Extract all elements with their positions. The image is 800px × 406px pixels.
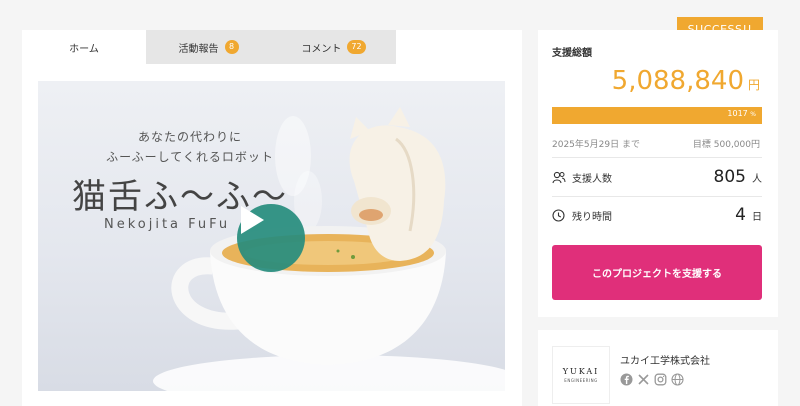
remaining-time-value: 4	[735, 205, 746, 225]
remaining-time-unit: 日	[752, 211, 762, 223]
hero-product-roman: Nekojita FuFu	[104, 217, 231, 232]
instagram-icon[interactable]	[654, 373, 667, 386]
funding-amount: 5,088,840 円	[612, 66, 760, 96]
project-tabs: ホーム 活動報告 8 コメント 72	[22, 30, 396, 64]
remaining-time-row: 残り時間 4 日	[552, 200, 762, 230]
funding-total-label: 支援総額	[552, 48, 592, 59]
tab-activity-report-label: 活動報告	[178, 43, 219, 55]
company-panel: YUKAI ENGINEERING ユカイ工学株式会社	[538, 330, 778, 406]
funding-percent-unit: %	[750, 111, 756, 118]
clock-icon	[552, 208, 566, 222]
x-icon[interactable]	[637, 373, 650, 386]
tab-comments[interactable]: コメント 72	[271, 30, 396, 64]
project-main-panel: ホーム 活動報告 8 コメント 72 あなたの代わりに ふーふーしてくれるロボッ…	[22, 30, 522, 406]
company-logo-subtext: ENGINEERING	[564, 378, 598, 383]
web-icon[interactable]	[671, 373, 684, 386]
divider	[552, 157, 762, 158]
play-video-button[interactable]	[237, 204, 305, 272]
remaining-time-label: 残り時間	[572, 211, 612, 223]
funding-target: 目標 500,000円	[692, 140, 760, 150]
project-hero-video[interactable]: あなたの代わりに ふーふーしてくれるロボット 猫舌ふ〜ふ〜 Nekojita F…	[38, 81, 505, 391]
company-logo[interactable]: YUKAI ENGINEERING	[552, 346, 610, 404]
funding-percent-value: 1017	[727, 109, 748, 118]
funding-progress-bar: 1017 %	[552, 107, 762, 124]
funding-progress-text: 1017 %	[727, 109, 756, 118]
tab-comments-label: コメント	[301, 43, 342, 55]
play-icon	[241, 206, 264, 234]
hero-subtitle: あなたの代わりに ふーふーしてくれるロボット	[90, 127, 290, 167]
social-links	[620, 373, 684, 386]
supporters-count: 805	[713, 167, 746, 187]
supporters-row: 支援人数 805 人	[552, 162, 762, 192]
support-project-button[interactable]: このプロジェクトを支援する	[552, 245, 762, 300]
hero-subtitle-line1: あなたの代わりに	[137, 130, 242, 144]
company-name[interactable]: ユカイ工学株式会社	[620, 352, 710, 367]
supporters-unit: 人	[752, 173, 762, 185]
tab-home-label: ホーム	[69, 43, 99, 55]
divider	[552, 196, 762, 197]
facebook-icon[interactable]	[620, 373, 633, 386]
company-logo-text: YUKAI	[562, 367, 600, 376]
funding-amount-value: 5,088,840	[611, 66, 744, 96]
funding-end-date: 2025年5月29日 まで	[552, 140, 640, 150]
tab-activity-report[interactable]: 活動報告 8	[146, 30, 271, 64]
funding-panel: 支援総額 5,088,840 円 1017 % 2025年5月29日 まで 目標 …	[538, 30, 778, 317]
tab-home[interactable]: ホーム	[22, 30, 146, 64]
activity-count-badge: 8	[224, 40, 239, 54]
comment-count-badge: 72	[347, 40, 366, 54]
funding-amount-unit: 円	[747, 78, 760, 92]
hero-subtitle-line2: ふーふーしてくれるロボット	[106, 150, 274, 164]
supporters-label: 支援人数	[572, 173, 612, 185]
users-icon	[552, 170, 566, 184]
